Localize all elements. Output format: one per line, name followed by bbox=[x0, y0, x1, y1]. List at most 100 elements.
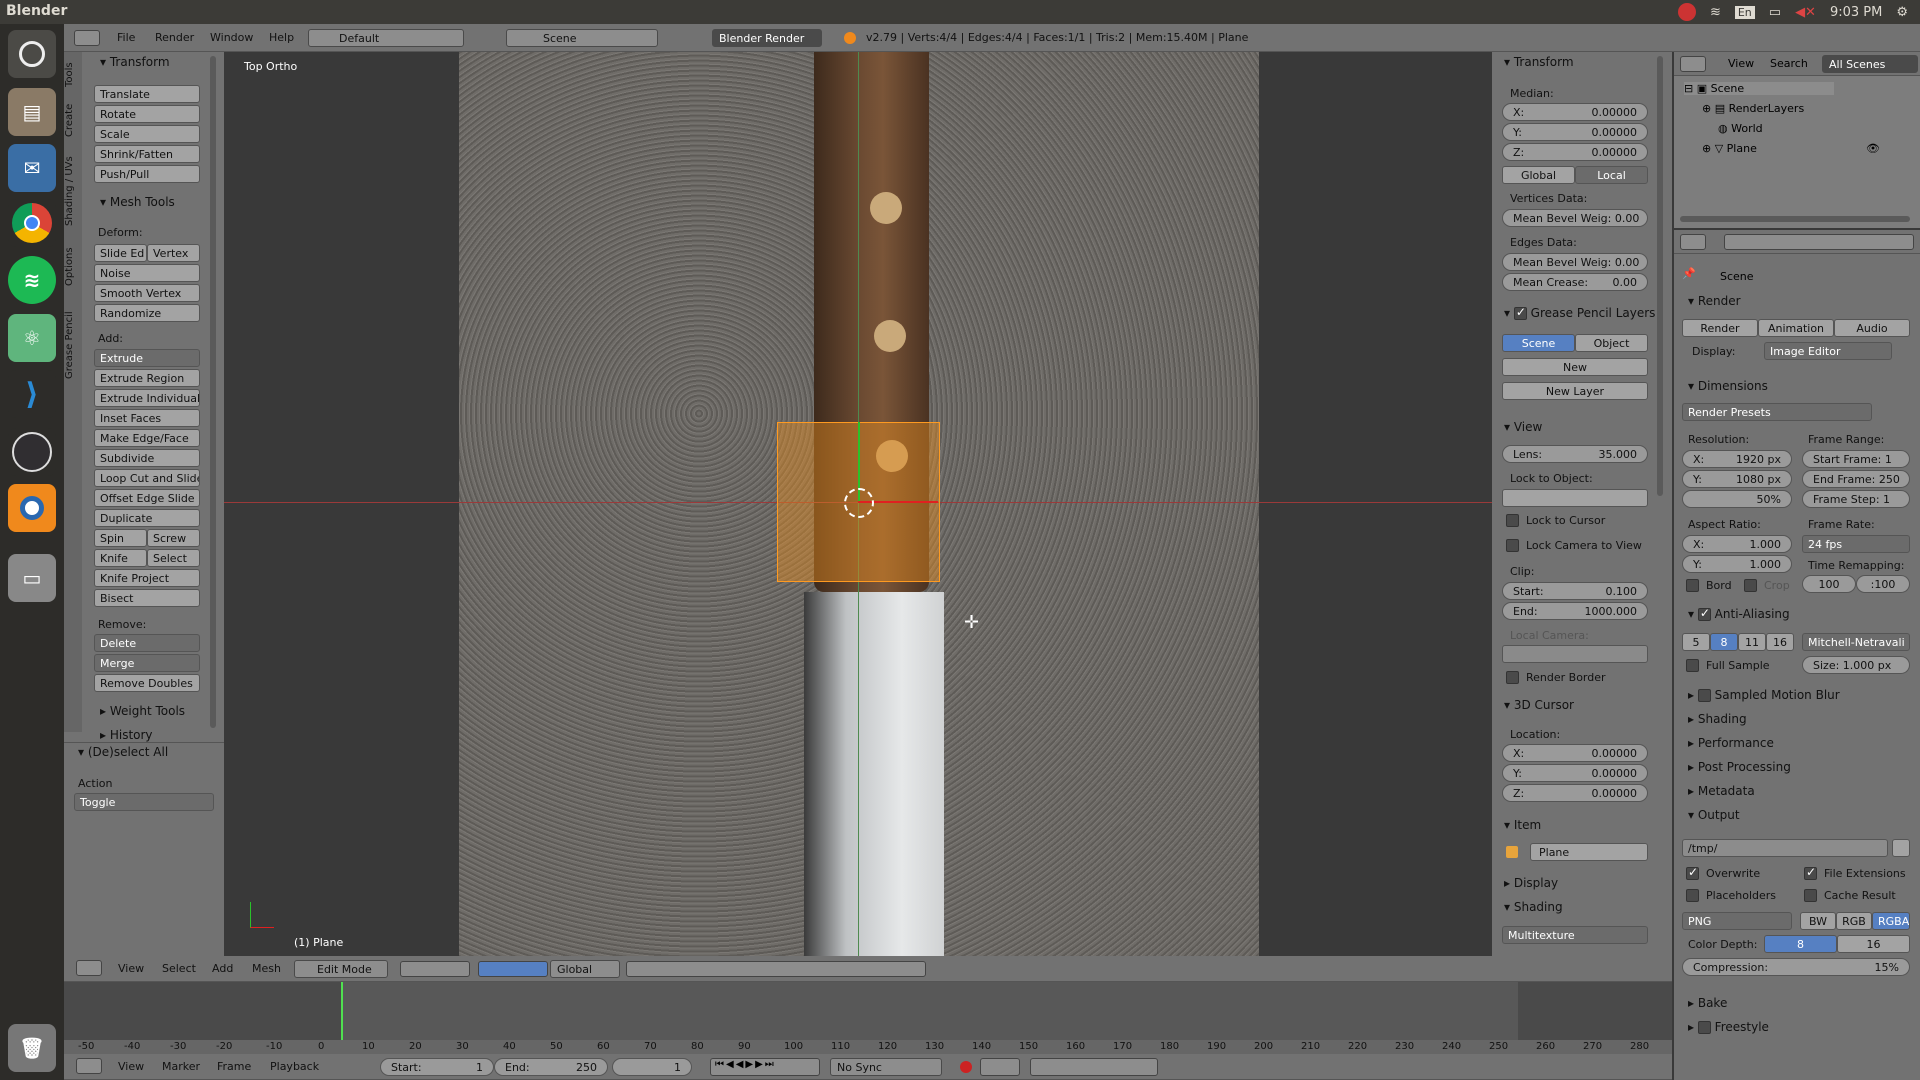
current-frame-field[interactable]: 1 bbox=[612, 1058, 692, 1076]
outliner-filter-dropdown[interactable]: All Scenes bbox=[1822, 55, 1918, 73]
metadata-panel[interactable]: ▸ Metadata bbox=[1688, 784, 1755, 798]
menu-window[interactable]: Window bbox=[210, 31, 253, 44]
sync-dropdown[interactable]: No Sync bbox=[830, 1058, 942, 1076]
dash-icon[interactable] bbox=[8, 30, 56, 78]
sync-icon[interactable] bbox=[1677, 3, 1696, 21]
slide-edge-button[interactable]: Slide Ed bbox=[94, 244, 147, 262]
spotify-icon[interactable]: ≋ bbox=[8, 256, 56, 304]
history-panel[interactable]: ▸ History bbox=[100, 728, 153, 742]
aa-samples-11[interactable]: 11 bbox=[1738, 633, 1766, 651]
render-presets-dropdown[interactable]: Render Presets bbox=[1682, 403, 1872, 421]
properties-context-tabs[interactable] bbox=[1724, 234, 1914, 250]
outliner-item-scene[interactable]: ⊟ ▣ Scene bbox=[1684, 82, 1834, 95]
vscode-icon[interactable]: ⟩ bbox=[8, 370, 56, 418]
keying-icons[interactable] bbox=[980, 1058, 1020, 1076]
chrome-icon[interactable] bbox=[8, 199, 56, 247]
clip-end-field[interactable]: End: 1000.000 bbox=[1502, 602, 1648, 620]
bw-toggle[interactable]: BW bbox=[1800, 912, 1836, 930]
delete-dropdown[interactable]: Delete bbox=[94, 634, 200, 652]
render-panel-title[interactable]: ▾ Render bbox=[1688, 294, 1741, 308]
clip-start-field[interactable]: Start: 0.100 bbox=[1502, 582, 1648, 600]
menu-help[interactable]: Help bbox=[269, 31, 294, 44]
extrude-individual-button[interactable]: Extrude Individual bbox=[94, 389, 200, 407]
screw-button[interactable]: Screw bbox=[147, 529, 200, 547]
animation-button[interactable]: Animation bbox=[1758, 319, 1834, 337]
aa-filter-dropdown[interactable]: Mitchell-Netravali bbox=[1802, 633, 1910, 651]
merge-dropdown[interactable]: Merge bbox=[94, 654, 200, 672]
timeline-end-field[interactable]: End: 250 bbox=[494, 1058, 608, 1076]
wifi-icon[interactable]: ≋ bbox=[1710, 5, 1721, 20]
cache-result-checkbox[interactable] bbox=[1804, 889, 1817, 902]
rgba-toggle[interactable]: RGBA bbox=[1872, 912, 1910, 930]
push-pull-button[interactable]: Push/Pull bbox=[94, 165, 200, 183]
overwrite-checkbox[interactable] bbox=[1686, 865, 1699, 880]
remove-doubles-button[interactable]: Remove Doubles bbox=[94, 674, 200, 692]
lens-field[interactable]: Lens: 35.000 bbox=[1502, 445, 1648, 463]
time-remap-new-field[interactable]: :100 bbox=[1856, 575, 1910, 593]
grease-pencil-layers-title[interactable]: ▾ Grease Pencil Layers bbox=[1504, 305, 1655, 320]
gp-object-toggle[interactable]: Object bbox=[1575, 334, 1648, 352]
extrude-region-button[interactable]: Extrude Region bbox=[94, 369, 200, 387]
median-x-field[interactable]: X: 0.00000 bbox=[1502, 103, 1648, 121]
layout-selector[interactable]: Default bbox=[308, 29, 464, 47]
subdivide-button[interactable]: Subdivide bbox=[94, 449, 200, 467]
file-format-dropdown[interactable]: PNG bbox=[1682, 912, 1792, 930]
audio-button[interactable]: Audio bbox=[1834, 319, 1910, 337]
display-panel[interactable]: ▸ Display bbox=[1504, 876, 1558, 890]
outliner-item-plane[interactable]: ⊕ ▽ Plane bbox=[1702, 142, 1757, 155]
manipulator-icons[interactable] bbox=[478, 961, 548, 977]
extrude-dropdown[interactable]: Extrude bbox=[94, 349, 200, 367]
mode-dropdown[interactable]: Edit Mode bbox=[294, 960, 388, 978]
local-toggle[interactable]: Local bbox=[1575, 166, 1648, 184]
compression-slider[interactable]: Compression: 15% bbox=[1682, 958, 1910, 976]
mesh-tools-title[interactable]: ▾ Mesh Tools bbox=[100, 195, 175, 209]
render-engine-dropdown[interactable]: Blender Render bbox=[712, 29, 822, 47]
select-mode-icons[interactable] bbox=[626, 961, 926, 977]
new-layer-button[interactable]: New Layer bbox=[1502, 382, 1648, 400]
properties-editor-icon[interactable] bbox=[1680, 234, 1706, 250]
fps-dropdown[interactable]: 24 fps bbox=[1802, 535, 1910, 553]
full-sample-checkbox[interactable] bbox=[1686, 659, 1699, 672]
shrink-fatten-button[interactable]: Shrink/Fatten bbox=[94, 145, 200, 163]
post-processing-panel[interactable]: ▸ Post Processing bbox=[1688, 760, 1791, 774]
action-dropdown[interactable]: Toggle bbox=[74, 793, 214, 811]
border-checkbox[interactable] bbox=[1686, 579, 1699, 592]
thunderbird-icon[interactable]: ✉ bbox=[8, 144, 56, 192]
battery-icon[interactable]: ▭ bbox=[1769, 5, 1781, 20]
menu-render[interactable]: Render bbox=[155, 31, 194, 44]
viewport-shading-icon[interactable] bbox=[400, 961, 470, 977]
output-path-field[interactable]: /tmp/ bbox=[1682, 839, 1888, 857]
performance-panel[interactable]: ▸ Performance bbox=[1688, 736, 1774, 750]
cursor-z-field[interactable]: Z: 0.00000 bbox=[1502, 784, 1648, 802]
current-frame-indicator[interactable] bbox=[341, 982, 343, 1040]
scene-selector[interactable]: Scene bbox=[506, 29, 658, 47]
local-camera-field[interactable] bbox=[1502, 645, 1648, 663]
gp-new-button[interactable]: New bbox=[1502, 358, 1648, 376]
item-title[interactable]: ▾ Item bbox=[1504, 818, 1541, 832]
loop-cut-button[interactable]: Loop Cut and Slide bbox=[94, 469, 200, 487]
outliner-scrollbar[interactable] bbox=[1680, 216, 1910, 222]
n-view-title[interactable]: ▾ View bbox=[1504, 420, 1542, 434]
start-frame-field[interactable]: Start Frame: 1 bbox=[1802, 450, 1910, 468]
gear-icon[interactable]: ⚙ bbox=[1896, 5, 1908, 20]
placeholders-checkbox[interactable] bbox=[1686, 889, 1699, 902]
outliner-menu-view[interactable]: View bbox=[1728, 57, 1754, 70]
volume-icon[interactable]: ◀✕ bbox=[1795, 5, 1816, 20]
weight-tools-panel[interactable]: ▸ Weight Tools bbox=[100, 704, 185, 718]
translate-button[interactable]: Translate bbox=[94, 85, 200, 103]
render-button[interactable]: Render bbox=[1682, 319, 1758, 337]
timeline-menu-frame[interactable]: Frame bbox=[217, 1060, 251, 1073]
make-edge-face-button[interactable]: Make Edge/Face bbox=[94, 429, 200, 447]
orientation-dropdown[interactable]: Global bbox=[550, 960, 620, 978]
lock-object-field[interactable] bbox=[1502, 489, 1648, 507]
aspect-y-field[interactable]: Y: 1.000 bbox=[1682, 555, 1792, 573]
lock-to-cursor-checkbox[interactable] bbox=[1506, 514, 1519, 527]
slide-vertex-button[interactable]: Vertex bbox=[147, 244, 200, 262]
aa-samples-5[interactable]: 5 bbox=[1682, 633, 1710, 651]
edge-bevel-weight-field[interactable]: Mean Bevel Weig: 0.00 bbox=[1502, 253, 1648, 271]
median-z-field[interactable]: Z: 0.00000 bbox=[1502, 143, 1648, 161]
aspect-x-field[interactable]: X: 1.000 bbox=[1682, 535, 1792, 553]
viewport-3d[interactable]: Top Ortho (1) Plane ✛ bbox=[224, 52, 1492, 956]
view3d-editor-icon[interactable] bbox=[76, 960, 102, 976]
view3d-menu-select[interactable]: Select bbox=[162, 962, 196, 975]
